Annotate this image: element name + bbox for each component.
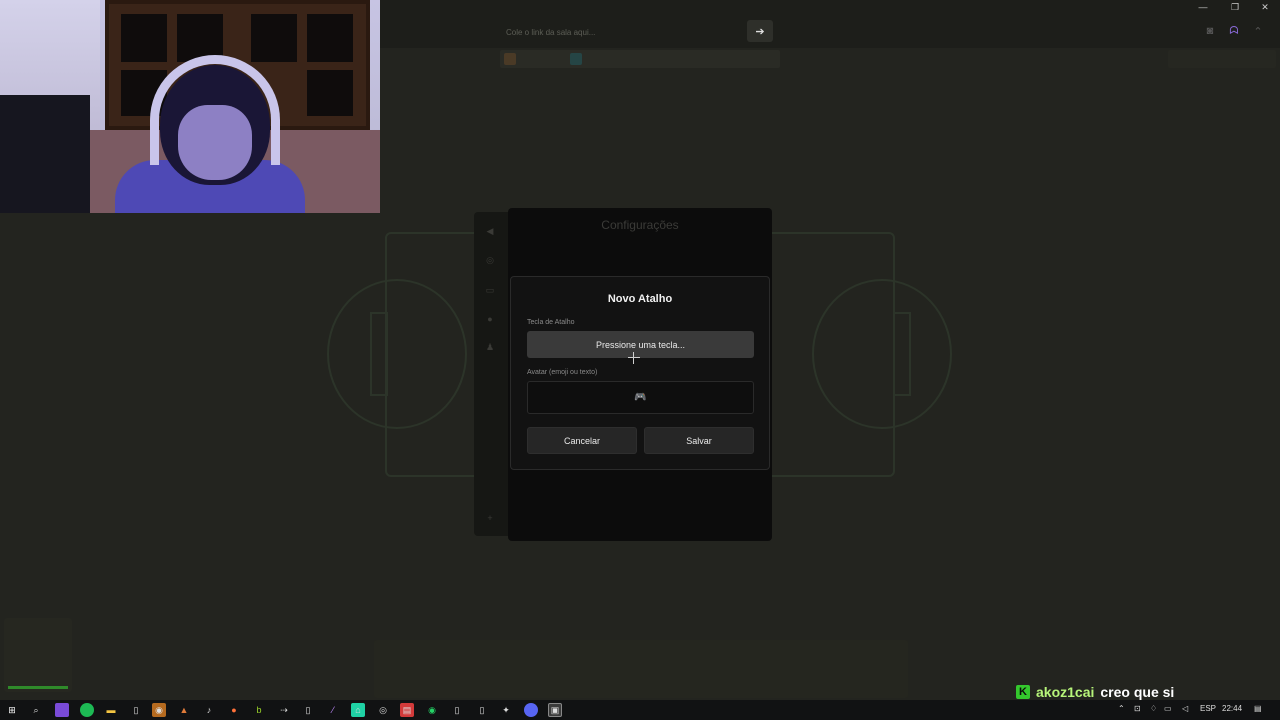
key-field-label: Tecla de Atalho — [527, 319, 575, 326]
tray-mic-icon[interactable]: ♢ — [1150, 704, 1157, 713]
team-red-badge — [504, 53, 516, 65]
tray-network-icon[interactable]: ⊡ — [1134, 704, 1141, 713]
volume-icon[interactable]: ◀ — [484, 226, 496, 236]
mouse-cursor — [628, 352, 640, 364]
whatsapp-icon[interactable]: ◉ — [425, 703, 439, 717]
goal-right — [893, 312, 911, 396]
spotify-icon[interactable] — [80, 703, 94, 717]
person-icon[interactable]: ♟ — [484, 342, 496, 352]
app-icon-red[interactable]: ▤ — [400, 703, 414, 717]
join-room-button[interactable]: ➔ — [747, 20, 773, 42]
search-icon[interactable]: ⌕ — [29, 703, 43, 717]
chrome-icon[interactable]: ◉ — [152, 703, 166, 717]
tray-monitor-icon[interactable]: ▭ — [1164, 704, 1172, 713]
tiktok-icon[interactable]: ♪ — [202, 703, 216, 717]
copilot-icon[interactable] — [55, 703, 69, 717]
obs-icon[interactable]: ◎ — [376, 703, 390, 717]
goal-left — [370, 312, 388, 396]
document-icon-2[interactable]: ▯ — [450, 703, 464, 717]
scoreboard — [500, 50, 780, 68]
kick-logo-icon: K — [1016, 685, 1030, 699]
document-icon-3[interactable]: ▯ — [475, 703, 489, 717]
app-icon-jigsaw[interactable]: ✦ — [499, 703, 513, 717]
app-icon-slash[interactable]: ⁄ — [326, 703, 340, 717]
windows-taskbar: ⊞ ⌕ ▬ ▯ ◉ ▲ ♪ ● b ⇢ ▯ ⁄ ⌂ ◎ ▤ ◉ ▯ ▯ ✦ ▣ … — [0, 700, 1280, 720]
app-icon-arrow[interactable]: ⇢ — [277, 703, 291, 717]
game-chat-panel — [374, 640, 908, 698]
discord-taskbar-icon[interactable] — [524, 703, 538, 717]
avatar-input[interactable]: 🎮 — [527, 381, 754, 414]
save-button[interactable]: Salvar — [644, 427, 754, 454]
app-icon-green[interactable]: ⌂ — [351, 703, 365, 717]
chevron-up-icon[interactable]: ⌃ — [1250, 24, 1266, 38]
document-icon[interactable]: ▯ — [301, 703, 315, 717]
chat-message: creo que si — [1100, 684, 1175, 700]
minimize-button[interactable]: — — [1188, 0, 1218, 14]
plus-icon[interactable]: + — [484, 513, 496, 523]
file-explorer-icon[interactable]: ▬ — [104, 703, 118, 717]
ghost-icon[interactable]: ᗣ — [1226, 24, 1242, 38]
team-blue-badge — [570, 53, 582, 65]
avatar-field-label: Avatar (emoji ou texto) — [527, 369, 598, 376]
discord-icon[interactable]: ◙ — [1202, 24, 1218, 38]
dialog-title: Novo Atalho — [607, 293, 673, 305]
tray-chevron-icon[interactable]: ⌃ — [1118, 704, 1125, 713]
clock[interactable]: 22:44 — [1222, 704, 1242, 713]
notepad-icon[interactable]: ▯ — [129, 703, 143, 717]
active-app-icon[interactable]: ▣ — [548, 703, 562, 717]
tray-volume-icon[interactable]: ◁ — [1182, 704, 1188, 713]
new-shortcut-dialog: Novo Atalho Tecla de Atalho Pressione um… — [510, 276, 770, 470]
cancel-button[interactable]: Cancelar — [527, 427, 637, 454]
field-arc-right — [812, 279, 952, 429]
notifications-icon[interactable]: ▤ — [1254, 704, 1262, 713]
key-capture-field[interactable]: Pressione uma tecla... — [527, 331, 754, 358]
restore-button[interactable]: ❐ — [1220, 0, 1250, 14]
chat-overlay: K akoz1cai creo que si — [1016, 682, 1174, 702]
close-button[interactable]: ✕ — [1250, 0, 1280, 14]
webcam-overlay — [0, 0, 380, 213]
brave-icon[interactable]: ▲ — [177, 703, 191, 717]
app-icon-b[interactable]: b — [252, 703, 266, 717]
chat-username: akoz1cai — [1036, 684, 1095, 700]
room-link-input[interactable] — [506, 22, 736, 42]
arrow-right-icon: ➔ — [755, 25, 765, 38]
circle-icon[interactable]: ● — [484, 314, 496, 324]
keyboard-icon[interactable]: ▭ — [484, 285, 496, 295]
field-arc-left — [327, 279, 467, 429]
firefox-icon[interactable]: ● — [227, 703, 241, 717]
windows-start-icon[interactable]: ⊞ — [5, 703, 19, 717]
avatar-icon[interactable]: ◎ — [484, 255, 496, 265]
settings-title: Configurações — [601, 218, 679, 232]
room-status-pill — [1168, 50, 1276, 68]
language-indicator[interactable]: ESP — [1200, 704, 1216, 713]
voice-widget — [4, 618, 72, 692]
